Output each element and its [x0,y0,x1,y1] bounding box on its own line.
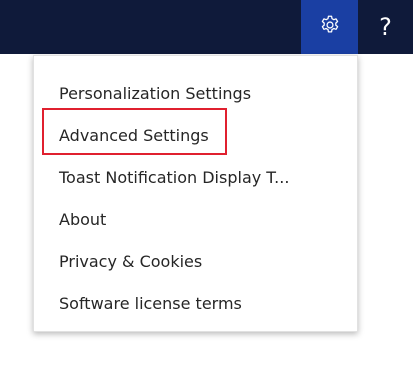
menu-item-advanced-settings[interactable]: Advanced Settings [34,114,357,156]
menu-item-privacy-cookies[interactable]: Privacy & Cookies [34,240,357,282]
question-mark-icon: ? [379,13,392,41]
help-button[interactable]: ? [358,0,413,54]
menu-item-about[interactable]: About [34,198,357,240]
top-navigation-bar: ? [0,0,413,54]
settings-button[interactable] [301,0,358,54]
menu-item-personalization-settings[interactable]: Personalization Settings [34,72,357,114]
settings-dropdown-menu: Personalization Settings Advanced Settin… [33,55,358,332]
gear-icon [319,14,341,40]
menu-item-toast-notification-display[interactable]: Toast Notification Display T... [34,156,357,198]
menu-item-software-license-terms[interactable]: Software license terms [34,282,357,324]
